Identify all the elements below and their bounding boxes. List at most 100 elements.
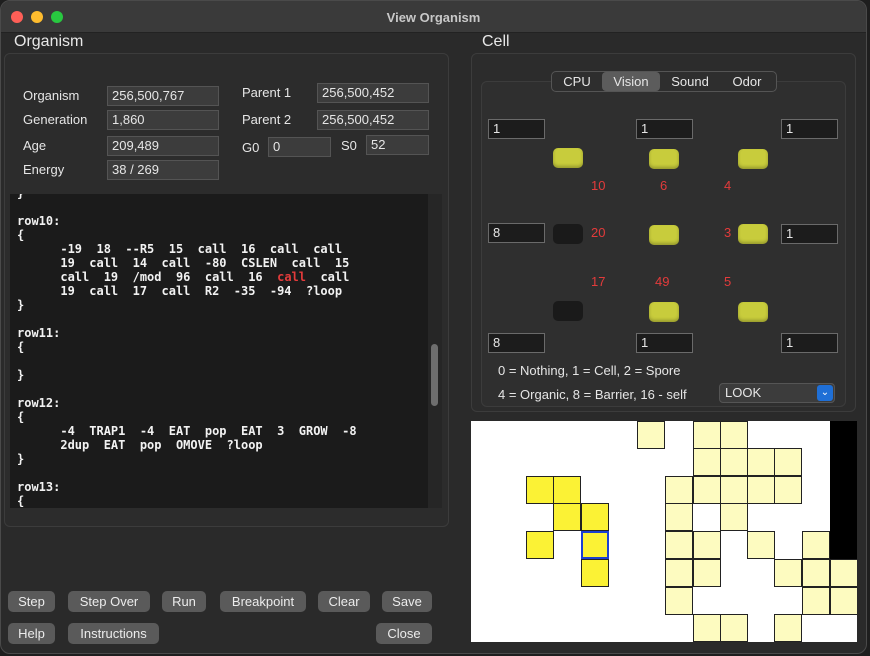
organic-cell[interactable] [720, 614, 748, 642]
organic-cell[interactable] [774, 448, 802, 476]
vision-number-se: 5 [724, 274, 732, 289]
vision-field-top-center[interactable]: 1 [636, 119, 693, 139]
tab-odor[interactable]: Odor [720, 72, 774, 91]
parent2-field[interactable]: 256,500,452 [317, 110, 429, 130]
organic-cell[interactable] [693, 614, 721, 642]
vision-led-sw [553, 301, 583, 321]
organic-cell[interactable] [830, 587, 857, 615]
organic-cell[interactable] [665, 476, 693, 504]
vision-field-bottom-right[interactable]: 1 [781, 333, 838, 353]
organic-cell[interactable] [802, 587, 830, 615]
selected-cell[interactable] [581, 531, 609, 559]
organic-cell[interactable] [693, 476, 721, 504]
organic-cell[interactable] [693, 531, 721, 559]
organism-cell[interactable] [581, 559, 609, 587]
parent2-label: Parent 2 [242, 112, 292, 127]
organic-cell[interactable] [747, 448, 775, 476]
vision-mode-select[interactable]: LOOK ⌄ [719, 383, 835, 403]
organic-cell[interactable] [637, 421, 665, 449]
tab-cpu[interactable]: CPU [552, 72, 602, 91]
cell-section-title: Cell [482, 33, 510, 50]
code-scroll-thumb[interactable] [431, 344, 438, 406]
code-scrollbar[interactable] [428, 194, 442, 508]
organic-cell[interactable] [665, 531, 693, 559]
vision-led-se [738, 302, 768, 322]
tab-sound[interactable]: Sound [660, 72, 720, 91]
g0-field[interactable]: 0 [268, 137, 331, 157]
genome-code-view[interactable]: } row10: { -19 18 --R5 15 call 16 call c… [10, 194, 428, 508]
tab-vision[interactable]: Vision [602, 72, 660, 91]
organic-cell[interactable] [720, 476, 748, 504]
help-button[interactable]: Help [8, 623, 55, 644]
vision-led-w [553, 224, 583, 244]
vision-legend-line2: 4 = Organic, 8 = Barrier, 16 - self [498, 387, 687, 402]
vision-field-bottom-left[interactable]: 8 [488, 333, 545, 353]
vision-field-bottom-center[interactable]: 1 [636, 333, 693, 353]
close-button[interactable]: Close [376, 623, 432, 644]
vision-led-s [649, 302, 679, 322]
step-over-button[interactable]: Step Over [68, 591, 150, 612]
vision-mode-value: LOOK [725, 385, 762, 400]
organic-cell[interactable] [720, 448, 748, 476]
organism-id-field[interactable]: 256,500,767 [107, 86, 219, 106]
breakpoint-button[interactable]: Breakpoint [220, 591, 306, 612]
organism-cell[interactable] [553, 503, 581, 531]
energy-field[interactable]: 38 / 269 [107, 160, 219, 180]
g0-label: G0 [242, 140, 260, 155]
organism-cell[interactable] [526, 476, 554, 504]
organic-cell[interactable] [747, 531, 775, 559]
s0-field[interactable]: 52 [366, 135, 429, 155]
vision-field-top-left[interactable]: 1 [488, 119, 545, 139]
organic-cell[interactable] [665, 587, 693, 615]
vision-number-e: 3 [724, 225, 732, 240]
organic-cell[interactable] [720, 421, 748, 449]
organic-cell[interactable] [665, 559, 693, 587]
organic-cell[interactable] [665, 503, 693, 531]
vision-led-center [649, 225, 679, 245]
cell-tab-bar: CPU Vision Sound Odor [551, 71, 777, 92]
organism-cell[interactable] [553, 476, 581, 504]
organic-cell[interactable] [693, 559, 721, 587]
barrier-column [830, 421, 857, 559]
clear-button[interactable]: Clear [318, 591, 370, 612]
vision-field-middle-left[interactable]: 8 [488, 223, 545, 243]
organic-cell[interactable] [693, 421, 721, 449]
organic-cell[interactable] [830, 559, 857, 587]
organism-section-title: Organism [14, 33, 84, 50]
vision-led-e [738, 224, 768, 244]
vision-legend-line1: 0 = Nothing, 1 = Cell, 2 = Spore [498, 363, 681, 378]
generation-label: Generation [23, 112, 88, 127]
vision-field-top-right[interactable]: 1 [781, 119, 838, 139]
vision-number-n: 6 [660, 178, 668, 193]
age-field[interactable]: 209,489 [107, 136, 219, 156]
vision-number-w: 20 [591, 225, 606, 240]
parent1-label: Parent 1 [242, 85, 292, 100]
organic-cell[interactable] [774, 476, 802, 504]
save-button[interactable]: Save [382, 591, 432, 612]
parent1-field[interactable]: 256,500,452 [317, 83, 429, 103]
organism-label: Organism [23, 88, 80, 103]
organism-cell[interactable] [526, 531, 554, 559]
generation-field[interactable]: 1,860 [107, 110, 219, 130]
step-button[interactable]: Step [8, 591, 55, 612]
instructions-button[interactable]: Instructions [68, 623, 159, 644]
organic-cell[interactable] [693, 448, 721, 476]
organism-cell[interactable] [581, 503, 609, 531]
organic-cell[interactable] [774, 614, 802, 642]
organic-cell[interactable] [720, 503, 748, 531]
organic-cell[interactable] [802, 559, 830, 587]
vision-number-nw: 10 [591, 178, 606, 193]
current-instruction: call [277, 270, 306, 284]
world-map-view[interactable] [471, 421, 857, 642]
vision-number-s: 49 [655, 274, 670, 289]
vision-field-middle-right[interactable]: 1 [781, 224, 838, 244]
energy-label: Energy [23, 162, 65, 177]
organic-cell[interactable] [802, 531, 830, 559]
organic-cell[interactable] [747, 476, 775, 504]
vision-led-n [649, 149, 679, 169]
title-bar: View Organism [1, 1, 866, 33]
vision-number-ne: 4 [724, 178, 732, 193]
organic-cell[interactable] [774, 559, 802, 587]
vision-number-sw: 17 [591, 274, 606, 289]
run-button[interactable]: Run [162, 591, 206, 612]
